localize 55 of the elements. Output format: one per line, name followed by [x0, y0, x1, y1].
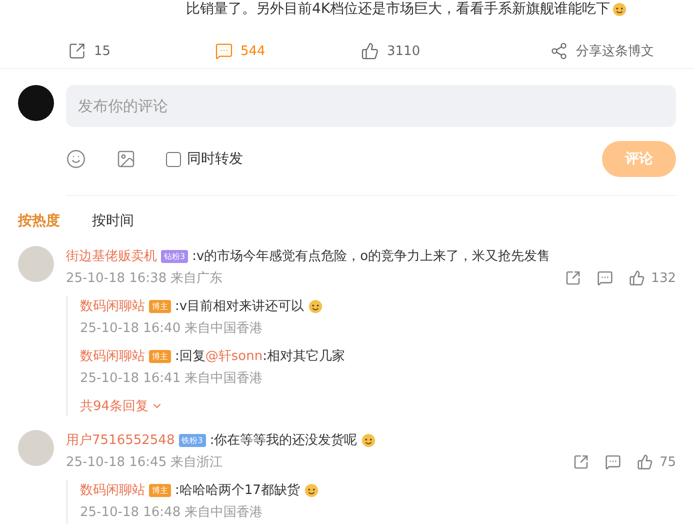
repost-icon[interactable] [68, 42, 86, 60]
more-replies-link[interactable]: 共94条回复 [80, 396, 676, 416]
like-icon[interactable] [629, 270, 646, 286]
like-icon[interactable] [361, 42, 379, 60]
emoji-icon[interactable] [66, 149, 86, 169]
comment-location: 来自广东 [170, 270, 223, 287]
comment-icon[interactable] [214, 42, 232, 60]
action-label[interactable]: 3110 [387, 44, 420, 58]
user-avatar [18, 85, 54, 121]
user-name[interactable]: 数码闲聊站 [80, 481, 145, 499]
comment-time: 25-10-18 16:45 [66, 454, 167, 470]
user-name[interactable]: 街边基佬贩卖机 [66, 247, 157, 265]
submit-button[interactable]: 评论 [602, 141, 676, 177]
like-count: 75 [659, 454, 676, 470]
comment-time: 25-10-18 16:48 [80, 504, 181, 520]
comment-text: :哈哈哈两个17都缺货 [175, 482, 300, 499]
comment-location: 来自浙江 [170, 454, 223, 471]
comment-time: 25-10-18 16:41 [80, 370, 181, 386]
comment-location: 来自中国香港 [184, 320, 263, 337]
user-name[interactable]: 用户7516552548 [66, 431, 175, 449]
comment-text: :v的市场今年感觉有点危险，o的竞争力上来了，米又抢先发售 [192, 248, 550, 265]
sort-tab[interactable]: 按热度 [18, 212, 60, 230]
comment-time: 25-10-18 16:38 [66, 270, 167, 286]
user-avatar [18, 246, 54, 282]
mention-link[interactable]: @轩sonn [205, 349, 263, 364]
user-name[interactable]: 数码闲聊站 [80, 347, 145, 365]
reply-icon[interactable] [605, 454, 622, 470]
user-name[interactable]: 数码闲聊站 [80, 297, 145, 315]
action-label[interactable]: 分享这条博文 [576, 42, 654, 60]
post-text: 比销量了。另外目前4K档位还是市场巨大，看看手系新旗舰谁能吃下 [186, 0, 610, 18]
repost-icon[interactable] [573, 454, 590, 470]
repost-checkbox[interactable] [166, 152, 181, 166]
sort-tab[interactable]: 按时间 [92, 212, 134, 230]
fan-badge: 钻粉3 [161, 250, 188, 262]
image-icon[interactable] [116, 149, 136, 169]
fan-badge: 铁粉3 [178, 434, 206, 446]
repost-icon[interactable] [565, 270, 582, 286]
comment-input[interactable]: 发布你的评论 [66, 85, 676, 127]
comment-text: :v目前相对来讲还可以 [175, 298, 304, 315]
reply-icon[interactable] [597, 270, 614, 286]
comment-time: 25-10-18 16:40 [80, 320, 181, 336]
comment-location: 来自中国香港 [184, 370, 263, 387]
action-label[interactable]: 15 [94, 44, 111, 58]
comment-text: :你在等等我的还没发货呢 [210, 432, 358, 449]
share-icon[interactable] [550, 42, 568, 60]
like-icon[interactable] [637, 454, 654, 470]
fan-badge: 博主 [149, 350, 171, 362]
repost-label[interactable]: 同时转发 [187, 150, 243, 168]
fan-badge: 博主 [149, 484, 171, 496]
user-avatar [18, 430, 54, 466]
comment-location: 来自中国香港 [184, 504, 263, 521]
action-label[interactable]: 544 [240, 44, 266, 58]
fan-badge: 博主 [149, 300, 171, 312]
like-count: 132 [651, 270, 676, 286]
comment-text: :回复@轩sonn:相对其它几家 [175, 348, 345, 365]
